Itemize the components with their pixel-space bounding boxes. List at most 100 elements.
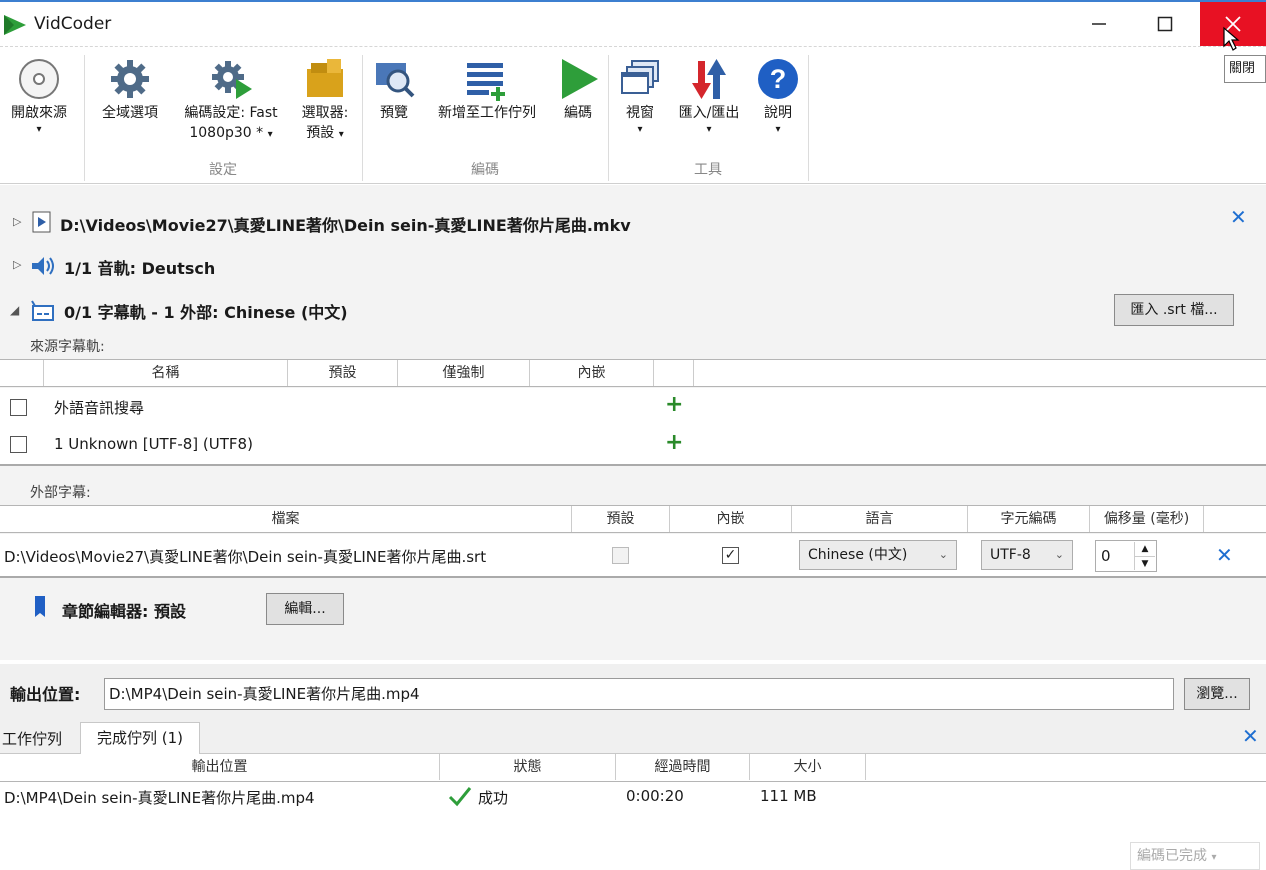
completed-queue-header: 輸出位置 狀態 經過時間 大小 — [0, 754, 1266, 782]
completed-size: 111 MB — [760, 787, 817, 805]
completed-output-path: D:\MP4\Dein sein-真愛LINE著你片尾曲.mp4 — [4, 789, 315, 807]
windows-icon — [621, 60, 659, 94]
open-source-button[interactable]: 開啟來源 ▾ — [0, 55, 78, 137]
column-header-forced-only[interactable]: 僅強制 — [398, 360, 530, 386]
column-header-default[interactable]: 預設 — [288, 360, 398, 386]
browse-button[interactable]: 瀏覽... — [1184, 678, 1250, 710]
encoding-settings-label-line1: 編碼設定: Fast — [184, 105, 278, 121]
column-header-status[interactable]: 狀態 — [440, 754, 616, 780]
add-to-queue-button[interactable]: 新增至工作佇列 — [422, 55, 552, 123]
global-options-button[interactable]: 全域選項 — [92, 55, 168, 123]
tab-work-queue[interactable]: 工作佇列 — [0, 726, 78, 754]
edit-chapters-button[interactable]: 編輯... — [266, 593, 344, 625]
play-icon — [562, 59, 598, 99]
close-tooltip: 關閉 — [1224, 55, 1266, 83]
output-path-input[interactable]: D:\MP4\Dein sein-真愛LINE著你片尾曲.mp4 — [104, 678, 1174, 710]
external-subtitle-file: D:\Videos\Movie27\真愛LINE著你\Dein sein-真愛L… — [4, 548, 487, 566]
column-header-size[interactable]: 大小 — [750, 754, 866, 780]
column-header-elapsed[interactable]: 經過時間 — [616, 754, 750, 780]
add-subtitle-plus-icon[interactable]: + — [665, 392, 683, 417]
preview-magnifier-icon — [376, 63, 415, 98]
charset-value: UTF-8 — [990, 547, 1031, 563]
picker-dropdown-arrow: ▾ — [338, 129, 344, 140]
external-subtitles-label: 外部字幕: — [30, 485, 91, 501]
picker-button[interactable]: 選取器: 預設 ▾ — [294, 55, 356, 143]
maximize-button[interactable] — [1132, 2, 1198, 46]
preview-button[interactable]: 預覽 — [370, 55, 418, 123]
window-dropdown-arrow: ▾ — [637, 124, 643, 135]
column-header-burn-in[interactable]: 內嵌 — [530, 360, 654, 386]
window-label: 視窗 — [626, 105, 654, 121]
encoding-settings-label-line2: 1080p30 * — [189, 125, 264, 141]
column-header-charset[interactable]: 字元編碼 — [968, 506, 1090, 532]
picker-label-line2: 預設 — [306, 125, 335, 141]
external-subtitles-header: 檔案 預設 內嵌 語言 字元編碼 偏移量 (毫秒) — [0, 505, 1266, 533]
source-subtitle-name: 1 Unknown [UTF-8] (UTF8) — [54, 435, 253, 453]
import-export-label: 匯入/匯出 — [678, 105, 740, 121]
column-header-name[interactable]: 名稱 — [44, 360, 288, 386]
ribbon-separator — [808, 55, 809, 181]
add-to-queue-icon — [467, 63, 505, 101]
expand-source-triangle-icon[interactable]: ▷ — [13, 215, 21, 228]
help-question-icon: ? — [758, 59, 798, 99]
source-panel: ▷ D:\Videos\Movie27\真愛LINE著你\Dein sein-真… — [0, 185, 1266, 660]
picker-folder-icon — [307, 59, 343, 97]
minimize-button[interactable] — [1066, 2, 1132, 46]
encode-status-dropdown[interactable]: 編碼已完成 ▾ — [1130, 842, 1260, 870]
column-header-file[interactable]: 檔案 — [0, 506, 572, 532]
language-dropdown[interactable]: Chinese (中文) ⌄ — [799, 540, 957, 570]
window-button[interactable]: 視窗 ▾ — [614, 55, 666, 137]
help-button[interactable]: ? 說明 ▾ — [754, 55, 802, 137]
add-subtitle-plus-icon[interactable]: + — [665, 430, 683, 455]
default-checkbox-disabled — [612, 547, 629, 564]
source-subtitle-name: 外語音訊搜尋 — [54, 399, 145, 417]
charset-dropdown[interactable]: UTF-8 ⌄ — [981, 540, 1073, 570]
column-header-language[interactable]: 語言 — [792, 506, 968, 532]
clear-completed-icon[interactable]: ✕ — [1242, 724, 1259, 748]
column-header-burn-in[interactable]: 內嵌 — [670, 506, 792, 532]
source-subtitle-checkbox[interactable] — [10, 436, 27, 453]
open-source-dropdown-arrow: ▾ — [36, 124, 42, 135]
vidcoder-logo-icon — [4, 15, 26, 35]
column-header-default[interactable]: 預設 — [572, 506, 670, 532]
encoding-settings-dropdown-arrow: ▾ — [267, 129, 273, 140]
encode-label: 編碼 — [564, 105, 592, 121]
bookmark-icon — [35, 596, 45, 617]
stepper-up-icon[interactable]: ▲ — [1134, 542, 1155, 556]
close-source-icon[interactable]: ✕ — [1230, 205, 1247, 229]
group-label-settings: 設定 — [209, 162, 237, 178]
expand-audio-triangle-icon[interactable]: ▷ — [13, 258, 21, 271]
subtitle-tracks-summary: 0/1 字幕軌 - 1 外部: Chinese (中文) — [64, 303, 348, 322]
import-srt-button[interactable]: 匯入 .srt 檔... — [1114, 294, 1234, 326]
window-title: VidCoder — [34, 14, 112, 34]
table-row[interactable]: D:\MP4\Dein sein-真愛LINE著你片尾曲.mp4 成功 0:00… — [0, 782, 1266, 812]
column-header-offset[interactable]: 偏移量 (毫秒) — [1090, 506, 1204, 532]
encoding-settings-button[interactable]: 編碼設定: Fast 1080p30 * ▾ — [172, 55, 290, 143]
completed-status: 成功 — [478, 789, 509, 807]
title-bar: VidCoder — [0, 0, 1266, 46]
queue-tabs: 工作佇列 完成佇列 (1) ✕ — [0, 720, 1266, 755]
source-subtitle-checkbox[interactable] — [10, 399, 27, 416]
import-export-button[interactable]: 匯入/匯出 ▾ — [666, 55, 752, 137]
source-subtitles-add-column — [654, 360, 694, 386]
source-subtitles-header: 名稱 預設 僅強制 內嵌 — [0, 359, 1266, 387]
audio-tracks-summary: 1/1 音軌: Deutsch — [64, 259, 216, 278]
group-label-encode: 編碼 — [471, 162, 499, 178]
stepper-down-icon[interactable]: ▼ — [1134, 556, 1155, 570]
column-header-output-location[interactable]: 輸出位置 — [0, 754, 440, 780]
source-subtitles-grid: 外語音訊搜尋 + 1 Unknown [UTF-8] (UTF8) + — [0, 388, 1266, 466]
gear-icon — [111, 60, 149, 98]
source-path: D:\Videos\Movie27\真愛LINE著你\Dein sein-真愛L… — [60, 216, 631, 235]
tab-completed-queue[interactable]: 完成佇列 (1) — [80, 722, 200, 755]
burn-in-checkbox-checked[interactable]: ✓ — [722, 547, 739, 564]
offset-stepper[interactable]: 0 ▲ ▼ — [1095, 540, 1157, 572]
ribbon-toolbar: 開啟來源 ▾ 全域選項 編碼設定: Fast 1080p30 * ▾ 選取器: … — [0, 46, 1266, 184]
external-subtitle-row: D:\Videos\Movie27\真愛LINE著你\Dein sein-真愛L… — [0, 534, 1266, 578]
disc-icon — [19, 59, 59, 99]
remove-external-subtitle-icon[interactable]: ✕ — [1216, 543, 1233, 567]
encode-button[interactable]: 編碼 — [554, 55, 602, 123]
collapse-subtitles-triangle-icon[interactable]: ◢ — [10, 303, 19, 317]
group-label-tools: 工具 — [694, 162, 722, 178]
output-section: 輸出位置: D:\MP4\Dein sein-真愛LINE著你片尾曲.mp4 瀏… — [0, 664, 1266, 720]
picker-label-line1: 選取器: — [301, 105, 349, 121]
